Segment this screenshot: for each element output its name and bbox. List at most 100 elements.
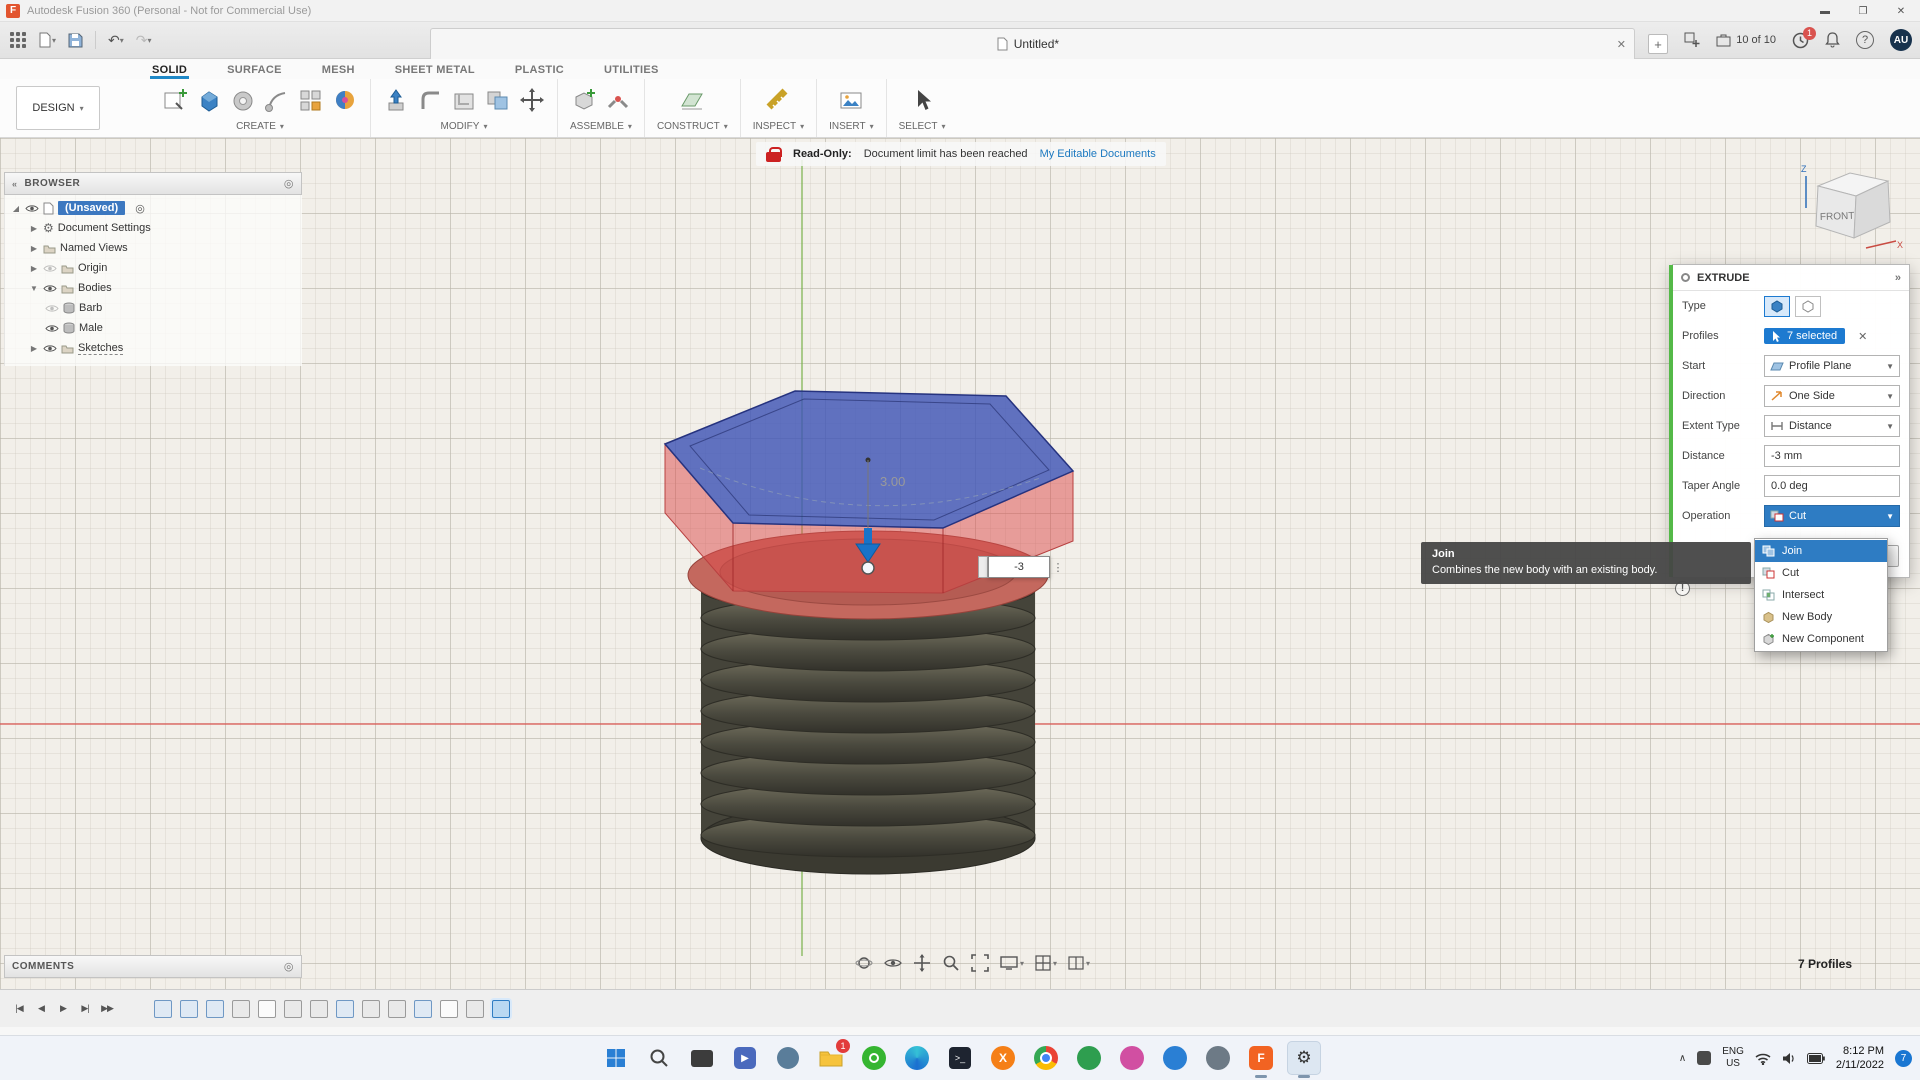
tree-item-root[interactable]: ◢ (Unsaved) ◎ (5, 198, 302, 218)
more-options-icon[interactable]: ⋮ (1050, 556, 1066, 578)
extrude-type-thin-toggle[interactable] (1795, 296, 1821, 317)
fit-button[interactable] (968, 951, 992, 975)
press-pull-button[interactable] (383, 87, 409, 113)
extensions-button[interactable] (1684, 32, 1700, 48)
direction-select[interactable]: One Side▼ (1764, 385, 1900, 407)
taskbar-app-fusion360[interactable]: F (1244, 1041, 1278, 1075)
taskbar-app-green-globe[interactable] (1072, 1041, 1106, 1075)
eye-icon[interactable] (43, 283, 57, 294)
tray-app-icon[interactable] (1697, 1051, 1711, 1065)
zoom-button[interactable] (939, 951, 963, 975)
close-tab-icon[interactable]: ✕ (1617, 38, 1626, 51)
eye-off-icon[interactable] (43, 263, 57, 274)
insert-button[interactable] (838, 87, 864, 113)
grid-snaps-button[interactable]: ▾ (1032, 951, 1060, 975)
notification-count-badge[interactable]: 7 (1895, 1050, 1912, 1067)
menu-item-new-component[interactable]: New Component (1755, 628, 1887, 650)
sweep-button[interactable] (264, 87, 290, 113)
drag-grip[interactable] (978, 556, 988, 578)
modify-group-dropdown[interactable]: MODIFY▾ (441, 119, 488, 134)
taskbar-app-pink[interactable] (1115, 1041, 1149, 1075)
tab-mesh[interactable]: MESH (320, 64, 357, 79)
tab-plastic[interactable]: PLASTIC (513, 64, 566, 79)
construct-group-dropdown[interactable]: CONSTRUCT▾ (657, 119, 728, 134)
taskbar-app-edge[interactable] (900, 1041, 934, 1075)
timeline-feature-icon-active[interactable] (492, 1000, 510, 1018)
menu-item-join[interactable]: Join (1755, 540, 1887, 562)
taskbar-app-whatsapp[interactable] (857, 1041, 891, 1075)
taskbar-app-terminal[interactable]: >_ (943, 1041, 977, 1075)
clear-selection-icon[interactable]: ✕ (1858, 330, 1867, 343)
inspect-group-dropdown[interactable]: INSPECT▾ (753, 119, 804, 134)
display-settings-button[interactable]: ▾ (997, 951, 1027, 975)
timeline-feature-icon[interactable] (180, 1000, 198, 1018)
timeline-step-forward-button[interactable]: ▶| (74, 999, 96, 1019)
expand-caret-icon[interactable]: ▶ (29, 244, 39, 253)
assemble-group-dropdown[interactable]: ASSEMBLE▾ (570, 119, 632, 134)
language-switcher[interactable]: ENG US (1722, 1046, 1744, 1070)
timeline-feature-icon[interactable] (206, 1000, 224, 1018)
tab-sheet-metal[interactable]: SHEET METAL (393, 64, 477, 79)
extrude-type-solid-toggle[interactable] (1764, 296, 1790, 317)
tree-item-named-views[interactable]: ▶ Named Views (5, 238, 302, 258)
app-grid-icon[interactable] (10, 32, 26, 48)
undo-button[interactable]: ↶▾ (108, 32, 124, 49)
collapse-caret-icon[interactable]: ▼ (29, 284, 39, 293)
alerts-button[interactable] (1825, 32, 1840, 48)
timeline-feature-icon[interactable] (284, 1000, 302, 1018)
taskbar-clock[interactable]: 8:12 PM 2/11/2022 (1836, 1044, 1884, 1073)
activate-target-icon[interactable]: ◎ (135, 202, 145, 215)
timeline-feature-icon[interactable] (362, 1000, 380, 1018)
distance-field[interactable] (1764, 445, 1900, 467)
timeline-feature-icon[interactable] (388, 1000, 406, 1018)
combine-button[interactable] (485, 87, 511, 113)
look-at-button[interactable] (881, 951, 905, 975)
taskbar-app-media[interactable]: ▶ (728, 1041, 762, 1075)
tree-item-male[interactable]: Male (5, 318, 302, 338)
taskbar-search-button[interactable] (642, 1041, 676, 1075)
expand-dialog-icon[interactable]: » (1895, 272, 1901, 284)
taskbar-app-xampp[interactable]: X (986, 1041, 1020, 1075)
tab-utilities[interactable]: UTILITIES (602, 64, 661, 79)
editable-documents-link[interactable]: My Editable Documents (1040, 148, 1156, 160)
timeline-feature-icon[interactable] (440, 1000, 458, 1018)
tab-surface[interactable]: SURFACE (225, 64, 284, 79)
help-button[interactable]: ? (1856, 31, 1874, 49)
new-tab-button[interactable]: + (1648, 34, 1668, 54)
revolve-button[interactable] (230, 87, 256, 113)
job-status-button[interactable]: 10 of 10 (1716, 34, 1776, 47)
shell-button[interactable] (451, 87, 477, 113)
extent-type-select[interactable]: Distance▼ (1764, 415, 1900, 437)
taskbar-app-chrome[interactable] (1029, 1041, 1063, 1075)
eye-icon[interactable] (25, 203, 39, 214)
new-component-button[interactable] (571, 87, 597, 113)
tree-item-document-settings[interactable]: ▶ ⚙ Document Settings (5, 218, 302, 238)
appearance-button[interactable] (332, 87, 358, 113)
extrude-dialog-header[interactable]: EXTRUDE » (1673, 265, 1909, 291)
browser-panel-header[interactable]: « BROWSER ◎ (4, 172, 302, 195)
taskbar-app-settings[interactable]: ⚙ (1287, 1041, 1321, 1075)
tray-overflow-chevron[interactable]: ∧ (1679, 1053, 1686, 1064)
pan-button[interactable] (910, 951, 934, 975)
view-cube[interactable]: Z FRONT X (1796, 158, 1906, 258)
user-avatar[interactable]: AU (1890, 29, 1912, 51)
menu-item-cut[interactable]: Cut (1755, 562, 1887, 584)
timeline-step-back-button[interactable]: ◀ (30, 999, 52, 1019)
timeline-feature-icon[interactable] (414, 1000, 432, 1018)
taper-angle-field[interactable] (1764, 475, 1900, 497)
timeline-go-to-start-button[interactable]: |◀ (8, 999, 30, 1019)
start-select[interactable]: Profile Plane▼ (1764, 355, 1900, 377)
expand-caret-icon[interactable]: ▶ (29, 344, 39, 353)
expand-caret-icon[interactable]: ▶ (29, 224, 39, 233)
close-button[interactable]: ✕ (1882, 0, 1920, 22)
timeline-feature-icon[interactable] (258, 1000, 276, 1018)
taskbar-app-blue-globe[interactable] (1158, 1041, 1192, 1075)
panel-options-icon[interactable]: ◎ (284, 960, 294, 973)
extrude-button[interactable] (196, 87, 222, 113)
insert-group-dropdown[interactable]: INSERT▾ (829, 119, 874, 134)
timeline-feature-icon[interactable] (154, 1000, 172, 1018)
maximize-button[interactable]: ❐ (1844, 0, 1882, 22)
speaker-icon[interactable] (1782, 1052, 1796, 1065)
workspace-selector[interactable]: DESIGN ▾ (16, 86, 100, 130)
tree-item-bodies[interactable]: ▼ Bodies (5, 278, 302, 298)
